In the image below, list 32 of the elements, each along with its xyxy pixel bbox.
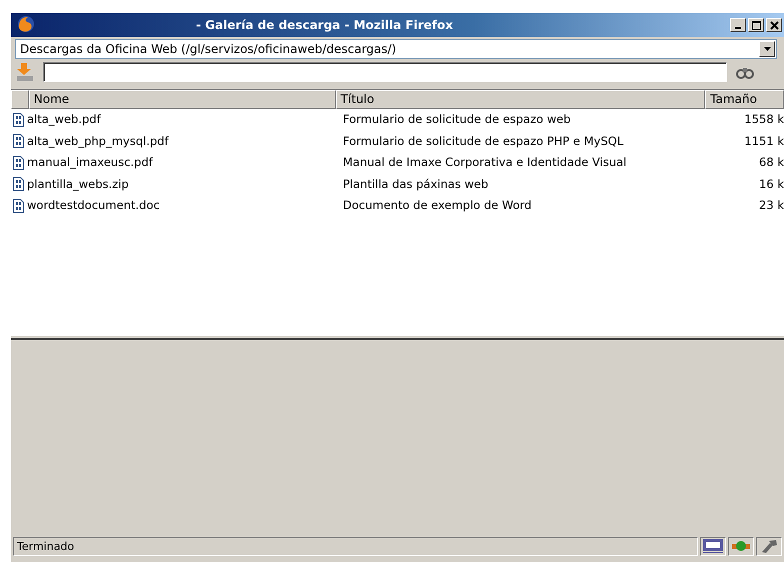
file-title: Manual de Imaxe Corporativa e Identidade Visual bbox=[342, 154, 628, 172]
column-header[interactable]: Nome bbox=[28, 90, 336, 109]
file-name[interactable]: wordtestdocument.doc bbox=[27, 197, 160, 214]
file-name[interactable]: manual_imaxeusc.pdf bbox=[27, 154, 153, 172]
file-title: Formulario de solicitude de espazo web bbox=[342, 111, 572, 128]
search-field[interactable] bbox=[43, 62, 727, 82]
status-text: Terminado bbox=[13, 536, 698, 556]
file-name[interactable]: alta_web_php_mysql.pdf bbox=[27, 132, 169, 150]
maximize-icon bbox=[752, 20, 760, 30]
caret-icon bbox=[764, 47, 770, 51]
status-indicator-icon[interactable] bbox=[728, 536, 754, 556]
close-button[interactable] bbox=[766, 18, 782, 32]
window-title: - Galería de descarga - Mozilla Firefox bbox=[195, 17, 454, 34]
file-name[interactable]: alta_web.pdf bbox=[27, 111, 101, 128]
column-header[interactable]: Tamaño bbox=[705, 90, 784, 109]
file-size: 68 k bbox=[758, 154, 784, 172]
column-header[interactable]: Título bbox=[336, 90, 706, 109]
file-size: 1151 k bbox=[743, 132, 784, 150]
file-title: Documento de exemplo de Word bbox=[342, 197, 533, 214]
binoculars-icon[interactable] bbox=[735, 65, 755, 79]
file-title: Plantilla das páxinas web bbox=[342, 176, 490, 193]
file-name[interactable]: plantilla_webs.zip bbox=[27, 176, 129, 193]
file-size: 16 k bbox=[758, 176, 784, 193]
minimize-button[interactable] bbox=[730, 18, 746, 32]
tv-icon[interactable] bbox=[700, 536, 726, 556]
file-title: Formulario de solicitude de espazo PHP e MySQL bbox=[342, 132, 624, 150]
maximize-button[interactable] bbox=[748, 18, 764, 32]
file-size: 1558 k bbox=[743, 111, 784, 128]
location-dropdown[interactable]: Descargas da Oficina Web (/gl/servizos/oficinaweb/descargas/) bbox=[15, 39, 777, 59]
firefox-icon bbox=[17, 15, 35, 33]
close-icon bbox=[770, 20, 778, 30]
file-size: 23 k bbox=[758, 197, 784, 214]
